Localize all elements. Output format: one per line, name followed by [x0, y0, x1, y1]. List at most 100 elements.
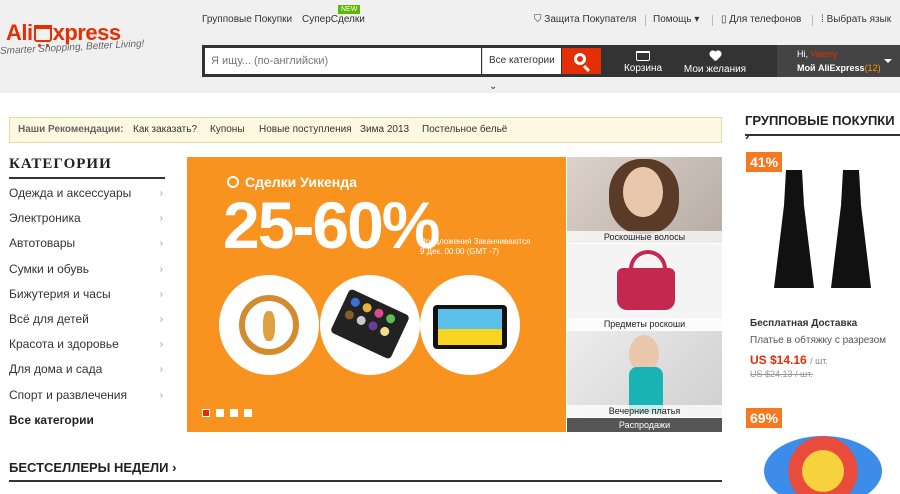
group-buy-title[interactable]: ГРУППОВЫЕ ПОКУПКИ ›	[745, 113, 900, 143]
rec-link-coupons[interactable]: Купоны	[210, 118, 245, 142]
category-item[interactable]: Всё для детей ›	[9, 307, 165, 332]
discount-badge: 69%	[746, 408, 783, 428]
user-greeting: Hi, Valeriy	[797, 49, 900, 59]
carousel-dot[interactable]	[216, 409, 224, 417]
bestsellers-title-text: БЕСТСЕЛЛЕРЫ НЕДЕЛИ	[9, 460, 169, 475]
search-input[interactable]	[205, 48, 481, 74]
group-buy-product-image[interactable]: 41%	[746, 150, 900, 300]
chevron-down-icon: ▾	[694, 14, 700, 25]
nav-help-label: Помощь	[653, 14, 692, 25]
tablet-icon	[433, 305, 507, 349]
category-item[interactable]: Красота и здоровье ›	[9, 332, 165, 357]
swatch	[378, 325, 391, 338]
search-button[interactable]	[562, 48, 601, 74]
rec-link-winter[interactable]: Зима 2013	[360, 118, 409, 142]
eyeshadow-palette-icon	[329, 288, 411, 360]
swatch	[349, 296, 362, 309]
chevron-right-icon: ›	[159, 364, 163, 376]
carousel-dot[interactable]	[230, 409, 238, 417]
category-label: Одежда и аксессуары	[9, 186, 132, 200]
category-item[interactable]: Для дома и сада ›	[9, 357, 165, 382]
chevron-right-icon: ›	[159, 238, 163, 250]
category-item[interactable]: Автотовары ›	[9, 231, 165, 256]
carousel-dot[interactable]	[244, 409, 252, 417]
recommendations-label: Наши Рекомендации:	[18, 124, 124, 135]
search-icon	[574, 53, 586, 65]
swatch	[366, 319, 379, 332]
rec-link-new-arrivals[interactable]: Новые поступления	[259, 118, 352, 142]
product-price: US $14.16 / шт.	[750, 353, 828, 367]
divider	[745, 134, 900, 136]
category-item[interactable]: Сумки и обувь ›	[9, 257, 165, 282]
rec-link-how-to-order[interactable]: Как заказать?	[133, 118, 197, 142]
divider	[9, 177, 165, 179]
price-unit: / шт.	[810, 356, 828, 366]
category-item[interactable]: Электроника ›	[9, 206, 165, 231]
greeting-text: Hi,	[797, 49, 808, 59]
swatch	[361, 301, 374, 314]
sales-link[interactable]: Распродажи	[567, 418, 722, 432]
wishlist-button[interactable]: Мои желания	[680, 49, 750, 75]
chevron-right-icon: ›	[159, 263, 163, 275]
category-item[interactable]: Бижутерия и часы ›	[9, 282, 165, 307]
dress-back-image	[831, 170, 871, 288]
nav-phones-link[interactable]: ▯ Для телефонов	[721, 14, 801, 25]
category-item[interactable]: Спорт и развлечения ›	[9, 383, 165, 408]
banner-note-line: Предложения Заканчиваются	[420, 237, 531, 246]
swatch	[384, 312, 397, 325]
promo-label: Роскошные волосы	[567, 231, 722, 243]
product-name[interactable]: Платье в обтяжку с разрезом	[750, 335, 886, 346]
cart-icon	[636, 51, 650, 61]
categories-title: КАТЕГОРИИ	[9, 156, 112, 172]
chevron-right-icon: ›	[172, 460, 177, 475]
free-shipping-label: Бесплатная Доставка	[750, 318, 858, 329]
carousel-dots	[202, 408, 258, 420]
price-value: US $14.16	[750, 353, 807, 367]
cart-label: Корзина	[623, 63, 663, 74]
cart-button[interactable]: Корзина	[618, 49, 668, 74]
weekend-deals-banner[interactable]: Сделки Уикенда 25-60% Предложения Заканч…	[187, 157, 566, 432]
category-item[interactable]: Одежда и аксессуары ›	[9, 181, 165, 206]
nav-group-buy-link[interactable]: Групповые Покупки	[202, 14, 292, 25]
promo-label: Вечерние платья	[567, 405, 722, 417]
all-categories-link[interactable]: Все категории	[9, 408, 165, 433]
nav-language-link[interactable]: ⁞ Выбрать язык	[821, 14, 891, 25]
bestsellers-title[interactable]: БЕСТСЕЛЛЕРЫ НЕДЕЛИ ›	[9, 460, 176, 475]
promo-evening-dresses[interactable]: Вечерние платья	[567, 331, 722, 417]
my-aliexpress-link[interactable]: Мой AliExpress(12)	[797, 63, 900, 73]
site-header: Ali xpress Smarter Shopping, Better Livin…	[0, 0, 900, 93]
nav-buyer-protection-link[interactable]: ⛉ Защита Покупателя	[534, 14, 636, 25]
promo-luxury-items[interactable]: Предметы роскоши	[567, 244, 722, 330]
new-badge: NEW	[338, 5, 361, 14]
old-price: US $24.13 / шт.	[750, 369, 813, 379]
my-account-label: Мой AliExpress	[797, 63, 865, 73]
recommendations-bar: Наши Рекомендации: Как заказать? Купоны …	[9, 117, 722, 143]
user-menu[interactable]: Hi, Valeriy Мой AliExpress(12)	[777, 45, 900, 77]
makeup-image	[320, 275, 420, 375]
promo-luxury-hair[interactable]: Роскошные волосы	[567, 157, 722, 243]
divider	[9, 480, 722, 482]
swatch	[372, 307, 385, 320]
chevron-right-icon: ›	[159, 288, 163, 300]
group-buy-product-image[interactable]: 69%	[746, 406, 900, 494]
nav-lang-label: Выбрать язык	[826, 14, 892, 25]
banner-note: Предложения Заканчиваются 9 Дек. 00:00 (…	[420, 237, 560, 257]
rec-link-bedding[interactable]: Постельное бельё	[422, 118, 507, 142]
divider	[812, 15, 813, 26]
divider	[712, 15, 713, 26]
tablet-screen	[438, 309, 502, 345]
message-count: (12)	[864, 63, 881, 73]
chevron-right-icon: ›	[159, 339, 163, 351]
dress-front-image	[774, 170, 814, 288]
category-label: Для дома и сада	[9, 362, 103, 377]
search-category-select[interactable]: Все категории ⌄	[482, 48, 561, 92]
carousel-dot[interactable]	[202, 409, 210, 417]
search-category-value: Все категории	[489, 55, 555, 66]
group-buy-title-text: ГРУППОВЫЕ ПОКУПКИ	[745, 113, 895, 128]
chevron-down-icon: ⌄	[489, 81, 498, 92]
nav-super-deals-link[interactable]: СуперСделки	[302, 14, 365, 25]
heart-icon	[709, 51, 721, 61]
category-label: Сумки и обувь	[9, 261, 90, 276]
nav-help-menu[interactable]: Помощь ▾	[653, 14, 699, 25]
user-name: Valeriy	[810, 49, 838, 59]
